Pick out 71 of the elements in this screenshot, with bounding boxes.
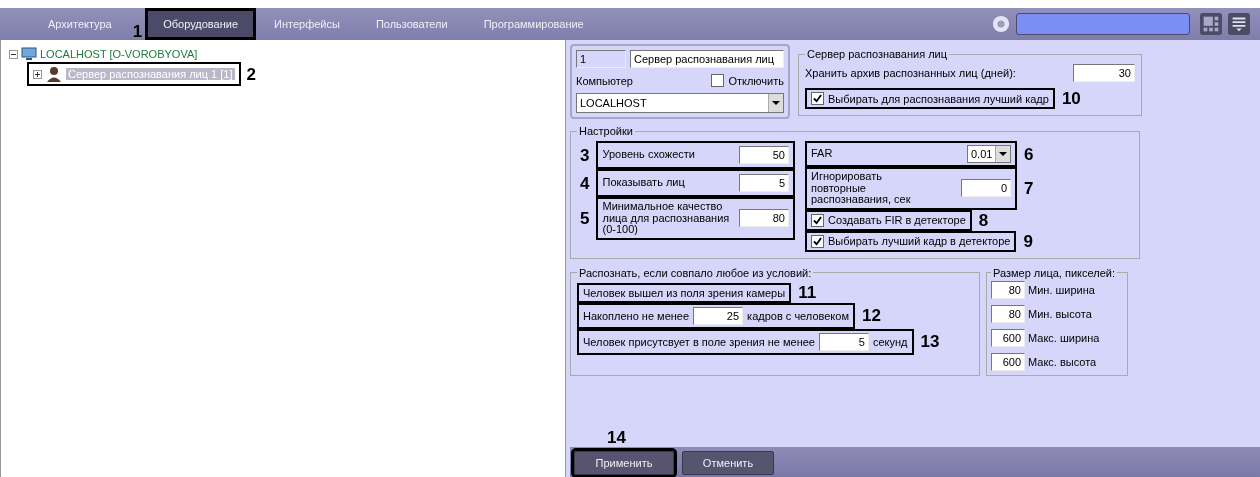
number-field[interactable]: 80 — [739, 209, 789, 228]
callout-number: 13 — [919, 333, 941, 351]
field-label: Игнорировать повторные распознавания, сек — [811, 171, 912, 206]
field-label: Мин. ширина — [1028, 283, 1095, 296]
checkbox-label: Создавать FIR в детекторе — [828, 214, 966, 227]
layout-grid-icon[interactable] — [1200, 13, 1222, 35]
number-field[interactable]: 5 — [819, 332, 869, 351]
field-label: Показывать лиц — [602, 177, 685, 189]
callout-number: 8 — [977, 211, 990, 229]
number-field[interactable]: 0 — [961, 179, 1011, 198]
checkbox[interactable] — [711, 74, 725, 87]
person-icon — [46, 66, 62, 82]
dropdown-arrow-icon — [772, 101, 780, 105]
id-field[interactable]: 1 — [576, 50, 626, 68]
settings-icon[interactable] — [992, 15, 1010, 33]
unit-label: кадров с человеком — [747, 309, 849, 322]
checkbox-label: Выбирать для распознавания лучший кадр — [828, 92, 1049, 105]
search-field[interactable] — [1016, 13, 1190, 35]
number-field[interactable]: 50 — [739, 146, 789, 164]
size-field[interactable]: 80 — [991, 280, 1025, 299]
callout-number: 5 — [579, 209, 591, 227]
callout-number: 2 — [245, 65, 257, 83]
menu-icon[interactable] — [1228, 13, 1250, 35]
field-label: Хранить архив распознанных лиц (дней): — [805, 67, 1016, 79]
checkbox-label: Отключить — [728, 74, 784, 87]
action-button[interactable]: Отменить — [682, 451, 774, 475]
callout-number: 11 — [797, 284, 818, 302]
condition-label: Накоплено не менее — [583, 309, 690, 322]
group-title: Размер лица, пикселей: — [992, 266, 1116, 279]
size-field[interactable]: 600 — [991, 328, 1025, 347]
field-label: Мин. высота — [1028, 307, 1092, 320]
group-title: Распознать, если совпало любое из условий: — [578, 266, 813, 279]
callout-number: 12 — [861, 307, 882, 325]
callout-number: 7 — [1023, 179, 1035, 197]
tab[interactable]: Оборудование — [145, 8, 256, 40]
condition-label: Человек вышел из поля зрения камеры — [583, 286, 786, 299]
field-label: Компьютер — [576, 74, 633, 87]
checkbox[interactable] — [811, 213, 824, 227]
callout-number: 6 — [1023, 145, 1035, 163]
unit-label: секунд — [873, 335, 908, 348]
dropdown-arrow-icon — [999, 152, 1007, 156]
action-button[interactable]: Применить — [574, 451, 674, 475]
group-title: Настройки — [578, 125, 634, 137]
callout-number: 1 — [131, 23, 144, 40]
field-label: Уровень схожести — [602, 149, 695, 161]
condition-label: Человек присутсвует в поле зрения не менее — [583, 335, 815, 348]
collapse-icon[interactable] — [9, 49, 18, 59]
size-field[interactable]: 600 — [991, 352, 1025, 371]
number-field[interactable]: 25 — [693, 306, 744, 325]
field-label: Минимальное качество лица для распознавания (0-100) — [602, 201, 731, 236]
tree-item[interactable]: LOCALHOST [O-VOROBYOVA] — [40, 48, 198, 60]
number-field[interactable]: 5 — [739, 174, 789, 192]
expand-icon[interactable] — [33, 69, 42, 79]
checkbox-label: Выбирать лучший кадр в детекторе — [828, 235, 1011, 248]
checkbox[interactable] — [811, 92, 824, 105]
computer-dropdown[interactable]: LOCALHOST — [576, 93, 784, 113]
callout-number: 14 — [606, 429, 627, 446]
callout-number: 4 — [579, 174, 591, 192]
callout-number: 9 — [1022, 232, 1034, 250]
group-title: Сервер распознавания лиц — [806, 48, 949, 60]
callout-number: 3 — [579, 146, 591, 164]
field-label: FAR — [811, 148, 833, 160]
monitor-icon — [21, 47, 37, 61]
size-field[interactable]: 80 — [991, 304, 1025, 323]
name-field[interactable]: Сервер распознавания лиц — [630, 50, 784, 68]
checkbox[interactable] — [811, 234, 824, 248]
callout-number: 10 — [1060, 90, 1082, 107]
far-dropdown[interactable]: 0.01 — [967, 145, 1011, 163]
field-label: Макс. ширина — [1028, 331, 1100, 344]
archive-days-field[interactable]: 30 — [1073, 64, 1135, 82]
field-label: Макс. высота — [1028, 355, 1097, 368]
